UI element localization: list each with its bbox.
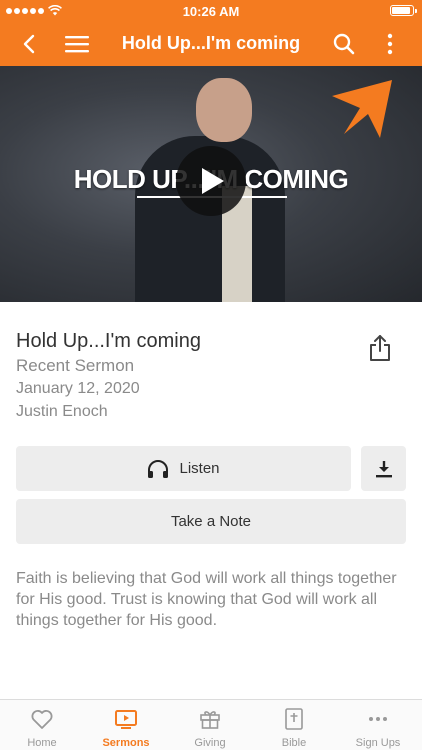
heart-icon	[31, 710, 53, 729]
tab-bible-label: Bible	[281, 737, 307, 749]
nav-bar: Hold Up...I'm coming	[0, 22, 422, 66]
battery-icon	[390, 5, 417, 16]
take-a-note-button[interactable]: Take a Note	[16, 499, 406, 544]
sermon-date: January 12, 2020	[16, 380, 140, 397]
status-bar: 10:26 AM	[0, 0, 422, 22]
tab-sign-ups-label: Sign Ups	[355, 737, 401, 749]
gift-icon	[200, 711, 220, 729]
more-dots-icon	[369, 717, 387, 721]
listen-button[interactable]: Listen	[16, 446, 351, 491]
sermon-speaker: Justin Enoch	[16, 403, 108, 420]
download-button[interactable]	[361, 446, 406, 491]
tab-home[interactable]: Home	[0, 700, 84, 750]
headphones-icon	[148, 459, 169, 478]
search-icon[interactable]	[332, 32, 356, 56]
sermon-title: Hold Up...I'm coming	[16, 330, 201, 352]
status-time: 10:26 AM	[182, 4, 240, 19]
tab-giving[interactable]: Giving	[168, 700, 252, 750]
church-logo-icon	[332, 80, 392, 138]
play-icon	[202, 168, 224, 194]
sermon-video-thumbnail[interactable]: HOLD UP...I'M COMING	[0, 66, 422, 302]
take-a-note-label: Take a Note	[170, 513, 252, 530]
tab-giving-label: Giving	[194, 737, 226, 749]
bottom-tab-bar: Home Sermons Giving Bible Sign Ups	[0, 699, 422, 750]
listen-label: Listen	[179, 460, 220, 477]
page-title: Hold Up...I'm coming	[121, 33, 301, 53]
tab-sermons-label: Sermons	[102, 737, 150, 749]
more-vertical-icon[interactable]	[378, 32, 402, 56]
sermon-category: Recent Sermon	[16, 356, 135, 375]
tab-home-label: Home	[27, 737, 57, 749]
play-button[interactable]	[176, 146, 246, 216]
tab-sermons[interactable]: Sermons	[84, 700, 168, 750]
tab-bible[interactable]: Bible	[252, 700, 336, 750]
tab-sign-ups[interactable]: Sign Ups	[336, 700, 420, 750]
speaker-head	[196, 78, 252, 142]
sermon-description: Faith is believing that God will work al…	[16, 570, 397, 629]
bible-icon	[285, 708, 303, 730]
download-icon	[375, 460, 392, 477]
share-icon[interactable]	[368, 334, 392, 362]
tv-icon	[115, 710, 137, 729]
